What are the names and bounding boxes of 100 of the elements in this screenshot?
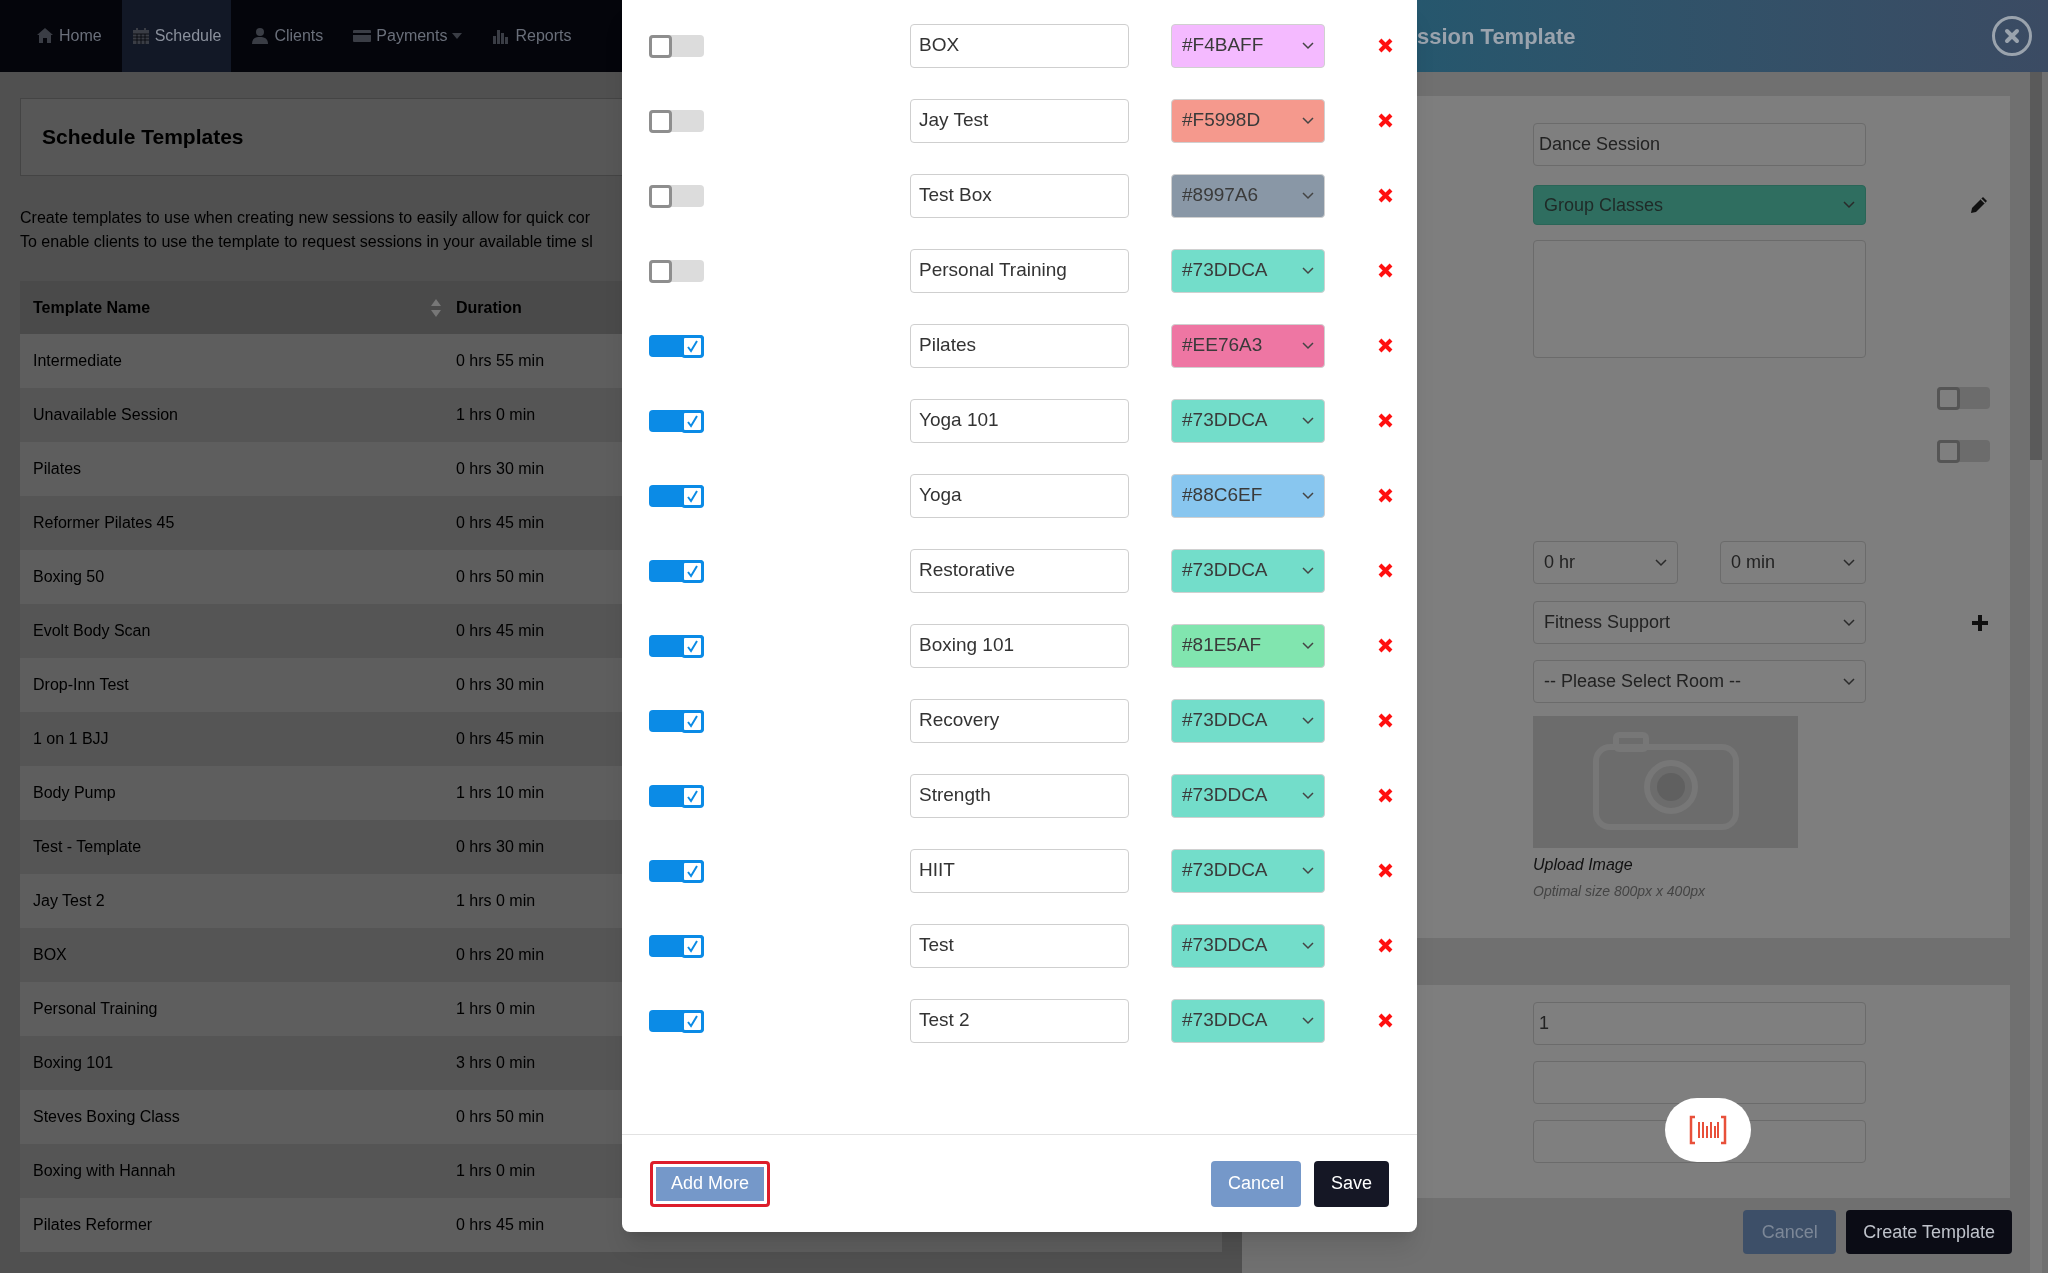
table-cell-text: Jay Test 2 bbox=[32, 891, 106, 911]
color-select[interactable]: #73DDCA bbox=[1171, 773, 1325, 818]
text-field[interactable]: Recovery bbox=[910, 698, 1129, 743]
nav-link[interactable]: Schedule bbox=[121, 0, 232, 72]
color-select[interactable]: #F5998D bbox=[1171, 98, 1325, 143]
nav-link[interactable]: Reports bbox=[482, 0, 582, 72]
chevron-icon bbox=[1302, 566, 1314, 575]
color-select[interactable]: #EE76A3 bbox=[1171, 323, 1325, 368]
table-cell-text: 1 hrs 0 min bbox=[455, 1161, 537, 1181]
table-cell-text: Body Pump bbox=[32, 783, 117, 803]
nav-link[interactable]: Clients bbox=[241, 0, 334, 72]
color-select[interactable]: #73DDCA bbox=[1171, 848, 1325, 893]
check-icon bbox=[686, 339, 699, 353]
table-cell-text: 3 hrs 0 min bbox=[455, 1053, 537, 1073]
table-cell-text: Boxing with Hannah bbox=[32, 1161, 177, 1181]
toggle-switch[interactable] bbox=[1937, 440, 1990, 462]
toggle-switch[interactable] bbox=[649, 784, 704, 807]
table-cell-text: 0 hrs 30 min bbox=[455, 675, 546, 695]
close-icon bbox=[1377, 488, 1393, 503]
sort-icon[interactable] bbox=[431, 298, 441, 317]
cancel-button[interactable]: Cancel bbox=[1743, 1210, 1837, 1254]
close-icon bbox=[1377, 863, 1393, 878]
toggle-switch[interactable] bbox=[1937, 387, 1990, 409]
nav-link[interactable]: Payments bbox=[343, 0, 473, 72]
text-field[interactable]: Personal Training bbox=[910, 248, 1129, 293]
table-cell-text: 1 hrs 0 min bbox=[455, 891, 537, 911]
toggle-switch[interactable] bbox=[649, 934, 704, 957]
color-select[interactable]: #73DDCA bbox=[1171, 998, 1325, 1043]
toggle-switch[interactable] bbox=[649, 559, 704, 582]
color-select[interactable]: #88C6EF bbox=[1171, 473, 1325, 518]
pencil-icon[interactable] bbox=[1969, 195, 1989, 215]
table-cell-text: Boxing 50 bbox=[32, 567, 106, 587]
text-field[interactable]: Test bbox=[910, 923, 1129, 968]
table-cell-text: Intermediate bbox=[32, 351, 123, 371]
create-template-button[interactable]: Create Template bbox=[1846, 1210, 2012, 1254]
toggle-switch[interactable] bbox=[649, 1009, 704, 1032]
text-field[interactable]: Boxing 101 bbox=[910, 623, 1129, 668]
toggle-switch[interactable] bbox=[649, 709, 704, 732]
text-field[interactable]: Strength bbox=[910, 773, 1129, 818]
text-field[interactable]: Jay Test bbox=[910, 98, 1129, 143]
description-text: Create templates to use when creating new sessions to easily allow for quick cor bbox=[20, 208, 592, 228]
text-field[interactable]: Yoga bbox=[910, 473, 1129, 518]
toggle-switch[interactable] bbox=[649, 184, 704, 207]
toggle-switch[interactable] bbox=[649, 109, 704, 132]
text-field[interactable]: Restorative bbox=[910, 548, 1129, 593]
check-icon bbox=[686, 639, 699, 653]
color-select[interactable]: #8997A6 bbox=[1171, 173, 1325, 218]
chevron-icon bbox=[1302, 266, 1314, 275]
caret-icon bbox=[452, 33, 463, 39]
text-field[interactable]: Test 2 bbox=[910, 998, 1129, 1043]
plus-icon[interactable] bbox=[1971, 613, 1989, 632]
text-field[interactable]: HIIT bbox=[910, 848, 1129, 893]
text-field[interactable]: Dance Session bbox=[1533, 123, 1866, 166]
select-field[interactable]: 0 min bbox=[1720, 541, 1866, 584]
text-field[interactable]: Test Box bbox=[910, 173, 1129, 218]
check-icon bbox=[686, 714, 699, 728]
chevron-icon bbox=[1302, 641, 1314, 650]
add-more-button[interactable]: Add More bbox=[650, 1160, 771, 1207]
toggle-switch[interactable] bbox=[649, 634, 704, 657]
table-cell-text: Steves Boxing Class bbox=[32, 1107, 181, 1127]
select-field[interactable]: Group Classes bbox=[1533, 185, 1866, 225]
select-field[interactable]: -- Please Select Room -- bbox=[1533, 660, 1866, 703]
text-field[interactable] bbox=[1533, 1061, 1866, 1104]
color-select[interactable]: #81E5AF bbox=[1171, 623, 1325, 668]
text-field[interactable]: 1 bbox=[1533, 1002, 1866, 1045]
chevron-icon bbox=[1302, 416, 1314, 425]
table-cell-text: 1 hrs 0 min bbox=[455, 405, 537, 425]
select-field[interactable]: Fitness Support bbox=[1533, 601, 1866, 644]
cancel-button[interactable]: Cancel bbox=[1210, 1160, 1301, 1207]
color-select[interactable]: #73DDCA bbox=[1171, 698, 1325, 743]
table-cell-text: 0 hrs 30 min bbox=[455, 837, 546, 857]
close-icon bbox=[1377, 38, 1393, 53]
table-cell-text: Pilates Reformer bbox=[32, 1215, 154, 1235]
close-icon bbox=[1377, 938, 1393, 953]
text-field[interactable]: Pilates bbox=[910, 323, 1129, 368]
color-select[interactable]: #F4BAFF bbox=[1171, 23, 1325, 68]
table-cell-text: Reformer Pilates 45 bbox=[32, 513, 176, 533]
color-select[interactable]: #73DDCA bbox=[1171, 398, 1325, 443]
close-icon bbox=[1377, 788, 1393, 803]
chevron-icon bbox=[1843, 201, 1855, 209]
scrollbar[interactable] bbox=[2030, 72, 2042, 1273]
text-field[interactable]: Yoga 101 bbox=[910, 398, 1129, 443]
check-icon bbox=[686, 789, 699, 803]
close-button[interactable] bbox=[1992, 16, 2032, 56]
table-cell-text: 1 hrs 0 min bbox=[455, 999, 537, 1019]
toggle-switch[interactable] bbox=[649, 259, 704, 282]
nav-link[interactable]: Home bbox=[26, 0, 112, 72]
close-icon bbox=[1377, 113, 1393, 128]
check-icon bbox=[686, 564, 699, 578]
toggle-switch[interactable] bbox=[649, 409, 704, 432]
text-field[interactable]: BOX bbox=[910, 23, 1129, 68]
toggle-switch[interactable] bbox=[649, 334, 704, 357]
toggle-switch[interactable] bbox=[649, 34, 704, 57]
select-field[interactable]: 0 hr bbox=[1533, 541, 1678, 584]
save-button[interactable]: Save bbox=[1313, 1160, 1389, 1207]
toggle-switch[interactable] bbox=[649, 859, 704, 882]
color-select[interactable]: #73DDCA bbox=[1171, 923, 1325, 968]
toggle-switch[interactable] bbox=[649, 484, 704, 507]
color-select[interactable]: #73DDCA bbox=[1171, 248, 1325, 293]
color-select[interactable]: #73DDCA bbox=[1171, 548, 1325, 593]
